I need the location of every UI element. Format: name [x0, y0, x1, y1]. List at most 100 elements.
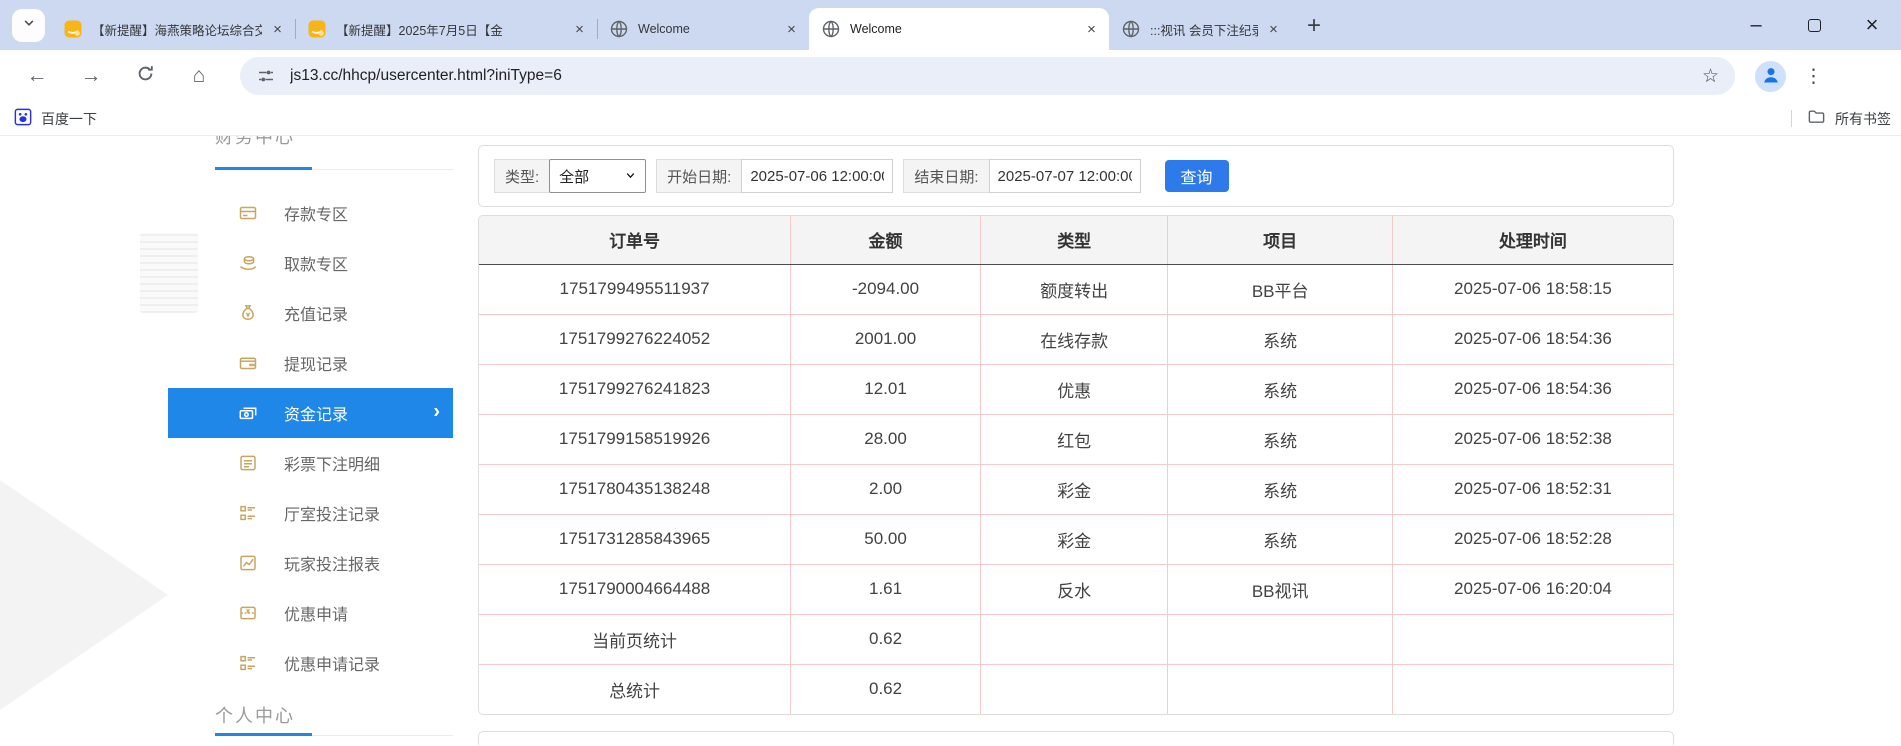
window-controls: – × — [1727, 0, 1901, 50]
address-bar[interactable]: js13.cc/hhcp/usercenter.html?iniType=6 ☆ — [240, 57, 1735, 95]
table-cell: 0.62 — [790, 663, 981, 714]
filter-bar: 类型: 全部 开始日期: 结束日期: 查询 — [478, 145, 1674, 207]
globe-favicon-icon — [821, 19, 841, 39]
sidebar-section-personal-title: 个人中心 — [215, 706, 295, 726]
sidebar-item-label: 提现记录 — [284, 357, 349, 374]
sidebar-item-document-lines[interactable]: 彩票下注明细 — [168, 438, 453, 488]
table-row: 1751780435138248 2.00 彩金 系统 2025-07-06 18:52… — [479, 463, 1673, 514]
tab[interactable]: 【新提醒】海燕策略论坛综合交 × — [51, 8, 295, 50]
table-cell: 系统 — [1167, 313, 1393, 364]
sidebar-item-grid-list[interactable]: 优惠申请记录 — [168, 638, 453, 688]
forward-button[interactable]: → — [73, 58, 109, 94]
all-bookmarks[interactable]: 所有书签 — [1791, 107, 1891, 131]
summary-row: 总统计 0.62 — [479, 663, 1673, 714]
sidebar-item-label: 取款专区 — [284, 257, 349, 274]
site-settings-icon[interactable] — [256, 66, 276, 86]
start-date-label: 开始日期: — [656, 159, 742, 193]
table-cell: 反水 — [979, 563, 1168, 614]
table-cell: 当前页统计 — [479, 613, 791, 664]
table-row: 1751790004664488 1.61 反水 BB视讯 2025-07-06 16:… — [479, 563, 1673, 614]
table-cell: 2025-07-06 18:52:38 — [1391, 413, 1673, 464]
sidebar-item-ticket[interactable]: 优惠申请 — [168, 588, 453, 638]
table-cell: 1751799158519926 — [479, 413, 791, 464]
sidebar-item-deposit-card[interactable]: 存款专区 — [168, 188, 453, 238]
tab-close-icon[interactable]: × — [1082, 20, 1101, 39]
page-content: 财务中心 存款专区 取款专区 充值记录 提现记录 资金记录 › 彩票下注明细 厅室投注记录 玩家… — [0, 136, 1901, 745]
tab-active[interactable]: Welcome × — [809, 8, 1109, 50]
tab-close-icon[interactable]: × — [268, 20, 287, 39]
sidebar-item-wallet[interactable]: 提现记录 — [168, 338, 453, 388]
column-header: 金额 — [790, 216, 981, 265]
table-cell — [1391, 663, 1673, 714]
table-cell: 28.00 — [790, 413, 981, 464]
minimize-button[interactable]: – — [1727, 0, 1785, 50]
table-cell: 红包 — [979, 413, 1168, 464]
bookmark-label: 百度一下 — [41, 110, 97, 127]
table-cell: -2094.00 — [790, 264, 981, 314]
reload-button[interactable] — [127, 58, 163, 94]
table-row: 1751799276241823 12.01 优惠 系统 2025-07-06 18:5… — [479, 363, 1673, 414]
document-lines-icon — [238, 453, 258, 473]
chevron-down-icon — [22, 16, 36, 35]
grid-list-icon — [238, 503, 258, 523]
browser-tab-bar: 【新提醒】海燕策略论坛综合交 × 【新提醒】2025年7月5日【金 × Welcome ×… — [0, 0, 1901, 50]
tab-close-icon[interactable]: × — [1264, 20, 1283, 39]
tab-title: 【新提醒】海燕策略论坛综合交 — [92, 23, 262, 38]
table-row: 1751731285843965 50.00 彩金 系统 2025-07-06 18:5… — [479, 513, 1673, 564]
tab-close-icon[interactable]: × — [570, 20, 589, 39]
new-tab-button[interactable]: + — [1297, 9, 1331, 43]
sidebar-item-money-bag[interactable]: 充值记录 — [168, 288, 453, 338]
table-cell: 2.00 — [790, 463, 981, 514]
tab-close-icon[interactable]: × — [782, 20, 801, 39]
table-cell: 彩金 — [979, 463, 1168, 514]
table-cell: 1751799276224052 — [479, 313, 791, 364]
home-button[interactable]: ⌂ — [181, 58, 217, 94]
sidebar-item-label: 优惠申请记录 — [284, 657, 381, 674]
column-header: 类型 — [979, 216, 1168, 265]
reload-icon — [135, 63, 156, 90]
sidebar-item-label: 玩家投注报表 — [284, 557, 381, 574]
sidebar-item-grid-list[interactable]: 厅室投注记录 — [168, 488, 453, 538]
table-cell: 在线存款 — [979, 313, 1168, 364]
tab[interactable]: Welcome × — [597, 8, 809, 50]
search-button[interactable]: 查询 — [1164, 160, 1229, 192]
table-cell: 1751799276241823 — [479, 363, 791, 414]
close-window-button[interactable]: × — [1843, 0, 1901, 50]
table-cell — [1391, 613, 1673, 664]
tab[interactable]: :::视讯 会员下注纪录:::× — [1109, 8, 1291, 50]
banknotes-icon — [238, 403, 258, 423]
divider — [1791, 110, 1792, 127]
end-date-input[interactable] — [988, 159, 1141, 193]
bookmark-star-icon[interactable]: ☆ — [1702, 65, 1719, 88]
url-text[interactable]: js13.cc/hhcp/usercenter.html?iniType=6 — [290, 67, 1690, 85]
ticket-icon — [238, 603, 258, 623]
sidebar-item-label: 充值记录 — [284, 307, 349, 324]
table-cell — [979, 663, 1168, 714]
sidebar-item-banknotes-active[interactable]: 资金记录 › — [168, 388, 453, 438]
profile-avatar[interactable] — [1755, 60, 1786, 92]
sidebar-item-chart-report[interactable]: 玩家投注报表 — [168, 538, 453, 588]
table-cell: 系统 — [1167, 413, 1393, 464]
table-cell: 2025-07-06 18:54:36 — [1391, 363, 1673, 414]
table-row: 1751799158519926 28.00 红包 系统 2025-07-06 18:5… — [479, 413, 1673, 464]
table-body: 1751799495511937 -2094.00 额度转出 BB平台 2025-07-… — [479, 264, 1673, 714]
table-cell: 1751780435138248 — [479, 463, 791, 514]
personal-accent-underline — [215, 733, 312, 736]
tab[interactable]: 【新提醒】2025年7月5日【金 × — [295, 8, 597, 50]
table-cell — [979, 613, 1168, 664]
sidebar-item-withdraw-hand[interactable]: 取款专区 — [168, 238, 453, 288]
type-select-value: 全部 — [559, 168, 590, 186]
back-button[interactable]: ← — [19, 58, 55, 94]
tab-title: 【新提醒】2025年7月5日【金 — [336, 23, 503, 38]
start-date-input[interactable] — [741, 159, 894, 193]
table-cell: 1751790004664488 — [479, 563, 791, 614]
maximize-button[interactable] — [1785, 0, 1843, 50]
maximize-icon — [1807, 18, 1821, 32]
summary-row: 当前页统计 0.62 — [479, 613, 1673, 664]
browser-menu-icon[interactable]: ⋮ — [1804, 65, 1823, 88]
type-select[interactable]: 全部 — [549, 159, 647, 193]
tab-search-button[interactable] — [12, 9, 45, 42]
table-cell: 额度转出 — [979, 264, 1168, 314]
chat-yellow-favicon-icon — [307, 19, 327, 39]
bookmark-item[interactable]: 百度一下 — [14, 108, 97, 129]
